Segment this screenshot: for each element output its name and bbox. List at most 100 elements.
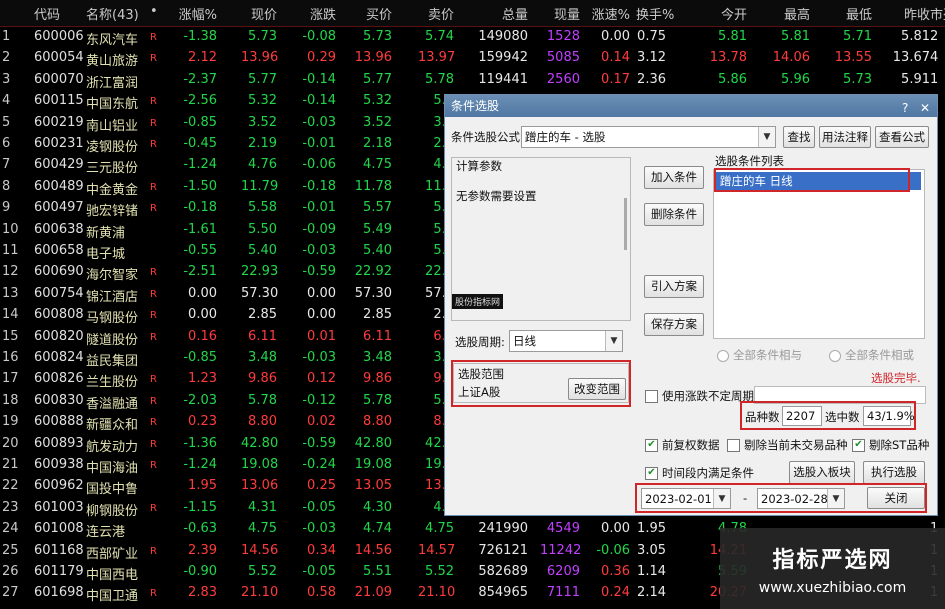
column-header[interactable]: 涨速% xyxy=(590,4,630,23)
table-cell-bid: 5.49 xyxy=(363,221,392,237)
table-cell-vol: 726121 xyxy=(478,542,528,558)
column-header[interactable]: 涨跌 xyxy=(300,4,336,23)
column-header[interactable]: 总量 xyxy=(478,4,528,23)
table-cell-speed: 0.14 xyxy=(601,50,630,66)
table-cell-n: 26 xyxy=(2,564,19,579)
table-cell-code: 600054 xyxy=(34,50,84,66)
column-header[interactable]: 代码 xyxy=(34,4,84,23)
usage-button[interactable]: 用法注释 xyxy=(819,126,871,148)
table-cell-delta: 0.58 xyxy=(307,585,336,601)
table-cell-code: 600219 xyxy=(34,114,84,130)
formula-select[interactable]: 蹭庄的车 - 选股 ▼ xyxy=(521,126,776,148)
table-cell-n: 6 xyxy=(2,136,11,151)
table-cell-n: 25 xyxy=(2,542,19,558)
table-cell-name: 驰宏锌锗 xyxy=(86,204,139,220)
time-range-checkbox[interactable]: ✔ 时间段内满足条件 xyxy=(645,465,754,481)
column-header[interactable]: • xyxy=(150,4,162,19)
table-cell-vol: 149080 xyxy=(478,29,528,44)
period-select[interactable]: 日线 ▼ xyxy=(509,330,623,352)
table-cell-chg: -0.85 xyxy=(183,114,217,130)
column-header[interactable]: 昨收 xyxy=(880,4,930,23)
table-row[interactable]: 2 600054 黄山旅游 R 2.12 13.96 0.29 13.96 13.97 15994… xyxy=(0,48,945,69)
query-button[interactable]: 查找 xyxy=(783,126,815,148)
column-header[interactable]: 现价 xyxy=(241,4,277,23)
formula-label: 条件选股公式 xyxy=(451,130,520,144)
table-row[interactable]: 3 600070 浙江富润 -2.37 5.77 -0.14 5.77 5.78 119441 2… xyxy=(0,70,945,91)
watermark: 指标严选网 www.xuezhibiao.com xyxy=(720,528,945,609)
column-header[interactable]: 买价 xyxy=(352,4,392,23)
table-cell-delta: -0.01 xyxy=(302,136,336,151)
watermark-url: www.xuezhibiao.com xyxy=(758,580,907,596)
table-cell-ask: 14.57 xyxy=(418,542,456,558)
add-condition-button[interactable]: 加入条件 xyxy=(644,166,704,189)
import-scheme-button[interactable]: 引入方案 xyxy=(644,275,704,298)
table-cell-cur: 7111 xyxy=(546,585,580,601)
radio-icon xyxy=(717,349,729,362)
uncertain-period-checkbox[interactable]: 使用涨跌不定周期 xyxy=(645,388,754,404)
radio-or[interactable]: 全部条件相或 xyxy=(829,347,914,363)
chevron-down-icon[interactable]: ▼ xyxy=(605,331,622,351)
condition-list[interactable]: 蹭庄的车 日线 xyxy=(713,169,925,339)
table-cell-price: 4.75 xyxy=(248,521,277,537)
table-cell-low: 5.73 xyxy=(843,71,872,87)
column-header[interactable]: 卖价 xyxy=(418,4,454,23)
table-cell-chg: 2.83 xyxy=(188,585,217,601)
table-cell-price: 13.06 xyxy=(241,478,279,494)
column-header[interactable]: 市盈 xyxy=(930,4,945,23)
table-cell-high: 5.96 xyxy=(781,71,810,87)
table-cell-delta: -0.59 xyxy=(302,435,336,451)
chevron-down-icon[interactable]: ▼ xyxy=(758,127,775,147)
no-params-text: 无参数需要设置 xyxy=(456,189,537,203)
to-board-button[interactable]: 选股入板块 xyxy=(789,461,855,484)
table-cell-flag: R xyxy=(150,331,157,343)
delete-condition-button[interactable]: 删除条件 xyxy=(644,203,704,226)
column-header[interactable]: 换手% xyxy=(636,4,674,23)
column-header[interactable]: 今开 xyxy=(697,4,747,23)
column-header[interactable]: 现量 xyxy=(540,4,580,23)
table-cell-chg: 0.00 xyxy=(188,285,217,301)
exclude-st-checkbox[interactable]: ✔ 剔除ST品种 xyxy=(852,437,929,453)
exclude-untraded-checkbox[interactable]: 剔除当前未交易品种 xyxy=(727,437,848,453)
table-cell-price: 6.11 xyxy=(248,328,277,344)
close-icon[interactable]: ✕ xyxy=(917,97,933,119)
table-cell-name: 电子城 xyxy=(86,247,126,262)
table-cell-chg: -0.55 xyxy=(183,243,217,258)
table-cell-chg: -1.24 xyxy=(183,157,217,173)
table-cell-chg: -1.38 xyxy=(183,29,217,44)
table-cell-n: 7 xyxy=(2,157,11,173)
watermark-title: 指标严选网 xyxy=(772,548,893,573)
condition-highlight xyxy=(714,168,910,192)
preadjust-checkbox[interactable]: ✔ 前复权数据 xyxy=(645,437,720,453)
radio-and[interactable]: 全部条件相与 xyxy=(717,347,802,363)
table-cell-flag: R xyxy=(150,395,157,407)
table-cell-ask: 5.52 xyxy=(425,564,454,579)
column-header[interactable]: 名称(43) xyxy=(86,4,150,23)
table-cell-speed: 0.00 xyxy=(601,29,630,44)
execute-button[interactable]: 执行选股 xyxy=(863,461,925,484)
view-formula-button[interactable]: 查看公式 xyxy=(875,126,929,148)
table-row[interactable]: 1 600006 东风汽车 R -1.38 5.73 -0.08 5.73 5.74 149080… xyxy=(0,27,945,48)
save-scheme-button[interactable]: 保存方案 xyxy=(644,313,704,336)
table-cell-flag: R xyxy=(150,460,157,471)
table-cell-name: 中国西电 xyxy=(86,568,139,583)
column-header[interactable]: 最高 xyxy=(760,4,810,23)
table-cell-chg: 1.95 xyxy=(188,478,217,494)
params-scrollbar[interactable] xyxy=(624,198,627,250)
help-icon[interactable]: ? xyxy=(897,97,913,119)
table-cell-name: 南山铝业 xyxy=(86,118,139,134)
table-header: 代码名称(43)• 涨幅% 现价 涨跌买价 卖价 总量现量涨速% 换手% 今开最高最低昨收市盈 xyxy=(0,0,945,27)
table-cell-chg: 0.00 xyxy=(188,307,217,323)
table-cell-chg: -2.51 xyxy=(183,264,217,280)
condition-select-dialog: 条件选股 ? ✕ 条件选股公式 蹭庄的车 - 选股 ▼ 查找 用法注释 查看公式… xyxy=(444,94,938,516)
column-header[interactable]: 涨幅% xyxy=(175,4,217,23)
calc-params-title: 计算参数 xyxy=(456,159,502,173)
table-cell-delta: -0.14 xyxy=(302,93,336,109)
dialog-titlebar[interactable]: 条件选股 ? ✕ xyxy=(445,95,937,117)
table-cell-speed: -0.06 xyxy=(596,542,630,558)
table-cell-high: 5.81 xyxy=(781,29,810,44)
table-cell-prev: 5.81 xyxy=(901,29,930,44)
table-cell-bid: 5.40 xyxy=(363,243,392,258)
condition-list-title: 选股条件列表 xyxy=(715,154,784,168)
table-cell-name: 国投中鲁 xyxy=(86,482,139,498)
column-header[interactable]: 最低 xyxy=(824,4,872,23)
